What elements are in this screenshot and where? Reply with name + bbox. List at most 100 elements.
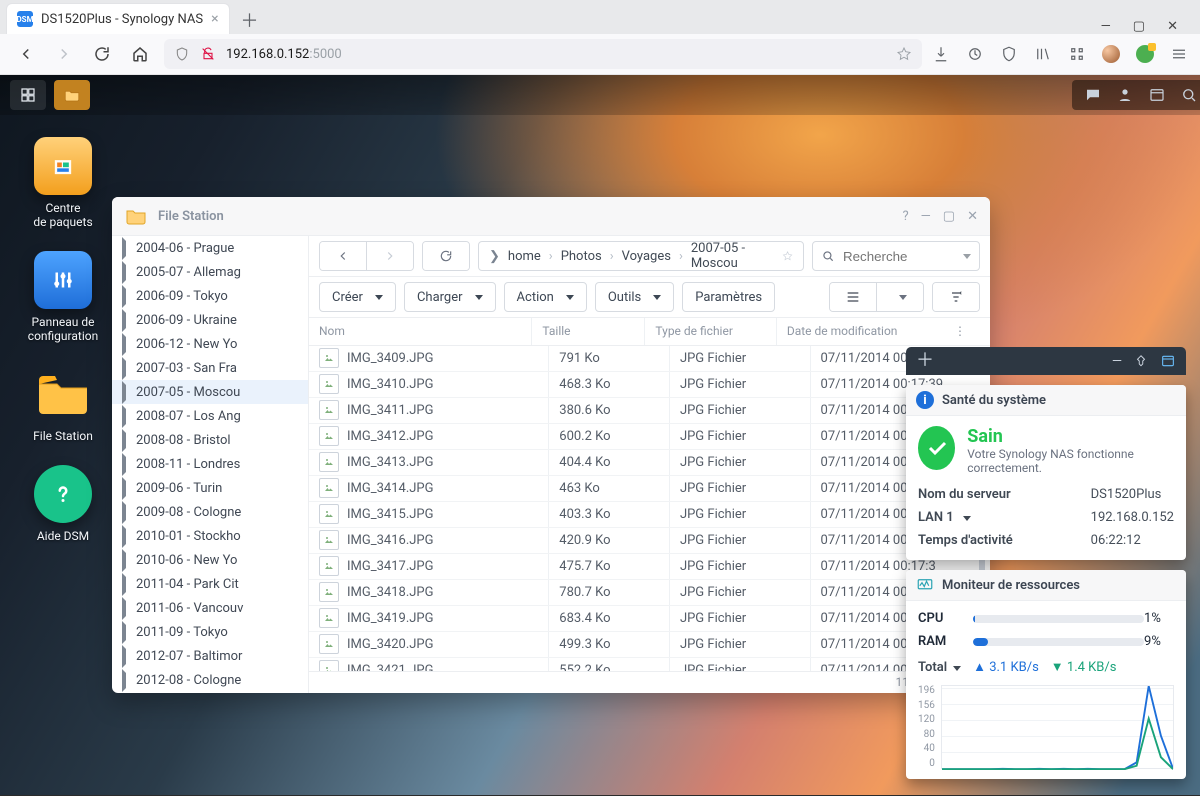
app-launcher-button[interactable] <box>10 80 46 110</box>
help-icon[interactable]: ? <box>902 209 908 224</box>
table-row[interactable]: IMG_3410.JPG468.3 KoJPG Fichier07/11/201… <box>309 372 990 398</box>
hamburger-icon[interactable] <box>1170 45 1188 63</box>
path-forward-button[interactable] <box>366 242 413 270</box>
tracking-icon[interactable] <box>1000 45 1018 63</box>
upload-button[interactable]: Charger <box>404 282 496 312</box>
avatar-icon[interactable] <box>1102 45 1120 63</box>
table-row[interactable]: IMG_3419.JPG683.4 KoJPG Fichier07/11/201… <box>309 606 990 632</box>
search-field[interactable] <box>841 248 955 265</box>
window-close-icon[interactable]: ✕ <box>1167 19 1178 34</box>
tree-item[interactable]: 2006-09 - Ukraine <box>112 308 308 332</box>
search-icon[interactable] <box>1180 86 1198 104</box>
tree-item[interactable]: 2010-01 - Stockho <box>112 524 308 548</box>
user-icon[interactable] <box>1116 86 1134 104</box>
pin-icon[interactable] <box>1134 354 1148 368</box>
breadcrumb-segment[interactable]: Voyages <box>622 249 671 264</box>
chevron-down-icon[interactable] <box>963 254 971 259</box>
minimize-icon[interactable]: — <box>921 209 931 224</box>
create-button[interactable]: Créer <box>319 282 396 312</box>
table-row[interactable]: IMG_3417.JPG475.7 KoJPG Fichier07/11/201… <box>309 554 990 580</box>
new-tab-button[interactable]: ＋ <box>236 6 264 34</box>
view-list-button[interactable] <box>830 283 876 311</box>
widgets-header[interactable]: ＋ — <box>906 347 1186 375</box>
forward-button[interactable] <box>50 40 78 68</box>
breadcrumb-segment[interactable]: 2007-05 - Moscou <box>691 241 774 271</box>
desktop-icon-file-station[interactable]: File Station <box>18 365 108 443</box>
tree-item[interactable]: 2011-09 - Tokyo <box>112 620 308 644</box>
desktop-icon-package-center[interactable]: Centrede paquets <box>18 137 108 229</box>
table-row[interactable]: IMG_3409.JPG791 KoJPG Fichier07/11/2014 … <box>309 346 990 372</box>
col-menu-icon[interactable]: ⋮ <box>944 318 982 345</box>
address-bar[interactable]: 192.168.0.152:5000 <box>164 39 922 69</box>
table-row[interactable]: IMG_3414.JPG463 KoJPG Fichier07/11/2014 … <box>309 476 990 502</box>
table-row[interactable]: IMG_3421.JPG552.2 KoJPG Fichier07/11/201… <box>309 658 990 671</box>
browser-tab[interactable]: DSM DS1520Plus - Synology NAS × <box>6 3 230 34</box>
table-row[interactable]: IMG_3416.JPG420.9 KoJPG Fichier07/11/201… <box>309 528 990 554</box>
window-minimize-icon[interactable]: — <box>1101 19 1111 34</box>
col-size[interactable]: Taille <box>532 318 645 345</box>
extension-badge-icon[interactable] <box>1136 45 1154 63</box>
kv-key[interactable]: LAN 1 <box>918 510 1091 525</box>
download-icon[interactable] <box>932 45 950 63</box>
tree-item[interactable]: 2008-08 - Bristol <box>112 428 308 452</box>
tree-item[interactable]: 2006-12 - New Yo <box>112 332 308 356</box>
chat-icon[interactable] <box>1084 86 1102 104</box>
tree-item[interactable]: 2005-07 - Allemag <box>112 260 308 284</box>
status-bar: 113 éléments <box>309 671 990 693</box>
desktop-icons: Centrede paquets Panneau deconfiguration… <box>18 137 108 543</box>
action-button[interactable]: Action <box>504 282 587 312</box>
search-input[interactable] <box>812 241 980 271</box>
tree-item[interactable]: 2011-06 - Vancouv <box>112 596 308 620</box>
tree-item[interactable]: 2012-07 - Baltimor <box>112 644 308 668</box>
tools-button[interactable]: Outils <box>595 282 674 312</box>
tree-item[interactable]: 2008-07 - Los Ang <box>112 404 308 428</box>
reload-button[interactable] <box>88 40 116 68</box>
close-icon[interactable]: ✕ <box>967 209 978 224</box>
widgets-icon[interactable] <box>1148 86 1166 104</box>
library-icon[interactable] <box>1034 45 1052 63</box>
tree-item[interactable]: 2012-08 - Cologne <box>112 668 308 692</box>
open-file-station-button[interactable] <box>54 80 90 110</box>
tree-item[interactable]: 2008-11 - Londres <box>112 452 308 476</box>
desktop-icon-help[interactable]: Aide DSM <box>18 465 108 543</box>
col-date[interactable]: Date de modification <box>777 318 944 345</box>
breadcrumb-segment[interactable]: home <box>508 249 541 264</box>
bookmark-star-icon[interactable] <box>896 46 912 62</box>
tree-item[interactable]: 2009-08 - Cologne <box>112 500 308 524</box>
table-row[interactable]: IMG_3411.JPG380.6 KoJPG Fichier07/11/201… <box>309 398 990 424</box>
col-type[interactable]: Type de fichier <box>645 318 776 345</box>
grid-icon[interactable] <box>1068 45 1086 63</box>
tree-item[interactable]: 2006-09 - Tokyo <box>112 284 308 308</box>
settings-button[interactable]: Paramètres <box>682 282 775 312</box>
back-button[interactable] <box>12 40 40 68</box>
widgets-minimize-icon[interactable]: — <box>1112 354 1122 369</box>
table-row[interactable]: IMG_3412.JPG600.2 KoJPG Fichier07/11/201… <box>309 424 990 450</box>
home-button[interactable] <box>126 40 154 68</box>
view-caret-button[interactable] <box>876 283 923 311</box>
close-tab-icon[interactable]: × <box>211 11 218 27</box>
path-back-button[interactable] <box>320 242 366 270</box>
tree-item[interactable]: 2011-04 - Park Cit <box>112 572 308 596</box>
sync-icon[interactable] <box>966 45 984 63</box>
table-row[interactable]: IMG_3413.JPG404.4 KoJPG Fichier07/11/201… <box>309 450 990 476</box>
folder-tree[interactable]: 2004-06 - Prague2005-07 - Allemag2006-09… <box>112 236 309 693</box>
tree-item[interactable]: 2007-05 - Moscou <box>112 380 308 404</box>
breadcrumb[interactable]: ❯home › Photos › Voyages › 2007-05 - Mos… <box>478 241 804 271</box>
widgets-menu-icon[interactable] <box>1160 353 1176 369</box>
table-row[interactable]: IMG_3415.JPG403.3 KoJPG Fichier07/11/201… <box>309 502 990 528</box>
net-total-label[interactable]: Total <box>918 660 961 675</box>
col-name[interactable]: Nom <box>309 318 532 345</box>
tree-item[interactable]: 2010-06 - New Yo <box>112 548 308 572</box>
path-refresh-button[interactable] <box>423 242 469 270</box>
breadcrumb-segment[interactable]: Photos <box>561 249 602 264</box>
sort-button[interactable] <box>933 283 979 311</box>
tree-item[interactable]: 2009-06 - Turin <box>112 476 308 500</box>
pin-star-icon[interactable] <box>782 249 793 263</box>
table-row[interactable]: IMG_3420.JPG499.3 KoJPG Fichier07/11/201… <box>309 632 990 658</box>
desktop-icon-control-panel[interactable]: Panneau deconfiguration <box>18 251 108 343</box>
table-row[interactable]: IMG_3418.JPG780.7 KoJPG Fichier07/11/201… <box>309 580 990 606</box>
tree-item[interactable]: 2004-06 - Prague <box>112 236 308 260</box>
tree-item[interactable]: 2007-03 - San Fra <box>112 356 308 380</box>
window-maximize-icon[interactable]: ▢ <box>1133 19 1145 34</box>
maximize-icon[interactable]: ▢ <box>943 209 955 224</box>
